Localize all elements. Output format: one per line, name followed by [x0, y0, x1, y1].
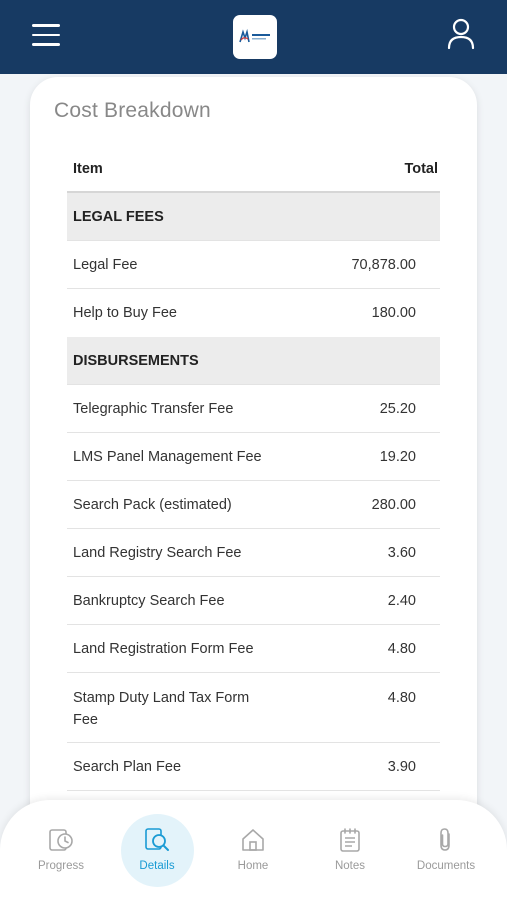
section-label: LEGAL FEES	[73, 208, 164, 225]
table-row: Stamp Duty Land Tax Form Fee 4.80	[67, 673, 440, 743]
card-title: Cost Breakdown	[54, 99, 211, 122]
section-label: DISBURSEMENTS	[73, 352, 199, 369]
nav-tab-details[interactable]: Details	[117, 826, 197, 886]
table-row: Search Plan Fee 3.90	[67, 743, 440, 791]
cost-breakdown-card: Cost Breakdown Item Total LEGAL FEES Leg…	[30, 77, 477, 837]
company-logo[interactable]	[233, 15, 277, 59]
table-row: Help to Buy Fee 180.00	[67, 289, 440, 337]
progress-icon	[49, 829, 73, 851]
nav-label: Progress	[37, 860, 85, 872]
nav-label: Details	[139, 860, 175, 872]
table-row: Search Pack (estimated) 280.00	[67, 481, 440, 529]
row-total: 3.90	[387, 758, 416, 775]
top-bar	[0, 0, 507, 74]
section-row-legal-fees: LEGAL FEES	[67, 193, 440, 241]
table-row: LMS Panel Management Fee 19.20	[67, 433, 440, 481]
hamburger-menu-icon[interactable]	[32, 24, 62, 48]
row-item: LMS Panel Management Fee	[73, 448, 262, 465]
bottom-navigation: Progress Details Home Notes Documents	[0, 800, 507, 900]
row-item: Land Registry Search Fee	[73, 544, 242, 561]
nav-tab-notes[interactable]: Notes	[310, 826, 390, 886]
cost-table: Item Total LEGAL FEES Legal Fee 70,878.0…	[67, 147, 440, 791]
row-item: Legal Fee	[73, 256, 138, 273]
nav-tab-home[interactable]: Home	[213, 826, 293, 886]
row-total: 280.00	[371, 496, 416, 513]
row-total: 25.20	[379, 400, 416, 417]
row-item: Land Registration Form Fee	[73, 640, 254, 657]
home-icon	[242, 829, 264, 851]
nav-label: Notes	[334, 860, 366, 872]
row-item: Search Pack (estimated)	[73, 496, 232, 513]
nav-tab-progress[interactable]: Progress	[21, 826, 101, 886]
row-item: Bankruptcy Search Fee	[73, 592, 225, 609]
user-profile-icon[interactable]	[446, 18, 476, 50]
table-row: Bankruptcy Search Fee 2.40	[67, 577, 440, 625]
row-total: 2.40	[387, 592, 416, 609]
row-total: 4.80	[387, 690, 416, 706]
row-item: Search Plan Fee	[73, 758, 182, 775]
column-header-item: Item	[73, 161, 103, 177]
table-row: Land Registry Search Fee 3.60	[67, 529, 440, 577]
nav-label: Documents	[416, 860, 476, 872]
row-total: 19.20	[379, 448, 416, 465]
table-row: Telegraphic Transfer Fee 25.20	[67, 385, 440, 433]
table-row: Land Registration Form Fee 4.80	[67, 625, 440, 673]
nav-label: Home	[237, 860, 269, 872]
details-search-icon	[145, 828, 169, 851]
nav-tab-documents[interactable]: Documents	[406, 826, 486, 886]
row-total: 70,878.00	[351, 256, 416, 273]
table-row: Legal Fee 70,878.00	[67, 241, 440, 289]
row-item: Stamp Duty Land Tax Form Fee	[73, 690, 250, 728]
row-total: 4.80	[387, 640, 416, 657]
section-row-disbursements: DISBURSEMENTS	[67, 337, 440, 385]
row-item: Help to Buy Fee	[73, 305, 177, 321]
row-item: Telegraphic Transfer Fee	[73, 400, 234, 417]
row-total: 180.00	[371, 305, 416, 321]
table-header-row: Item Total	[67, 147, 440, 193]
notes-icon	[340, 828, 360, 852]
paperclip-icon	[440, 828, 450, 851]
column-header-total: Total	[404, 161, 438, 177]
row-total: 3.60	[387, 544, 416, 561]
